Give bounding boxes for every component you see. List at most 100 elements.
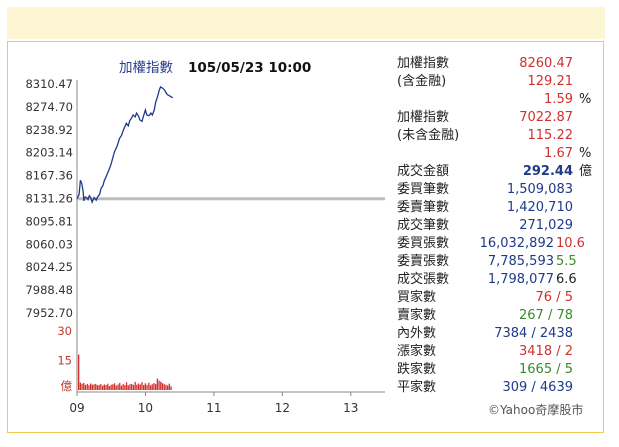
volume-bar — [146, 384, 148, 390]
quote-label: (含金融) — [397, 74, 447, 89]
volume-unit-label: 億 — [61, 379, 73, 393]
quote-row: 加權指數 8260.47 — [397, 55, 597, 73]
quote-value: 3418 / 2 — [519, 344, 573, 359]
quote-label: 內外數 — [397, 326, 437, 341]
quote-row: 1.67% — [397, 145, 597, 163]
volume-bar — [102, 385, 104, 390]
quote-row: 賣家數 267 / 78 — [397, 307, 597, 325]
volume-bar — [84, 384, 87, 390]
y-tick-label: 7988.48 — [25, 283, 73, 297]
volume-bar — [136, 384, 138, 390]
y-tick-label: 8203.14 — [25, 146, 73, 160]
volume-bar — [105, 385, 107, 390]
volume-bar — [125, 382, 128, 390]
quote-ratio: 6.6 — [556, 272, 577, 287]
volume-bar — [143, 385, 145, 390]
quote-label: 委買張數 — [397, 236, 450, 251]
quote-row: 漲家數 3418 / 2 — [397, 343, 597, 361]
quote-value: 1.67 — [544, 146, 573, 161]
quote-value: 7,785,593 — [487, 254, 554, 269]
volume-bar — [127, 385, 129, 390]
volume-bar — [78, 354, 80, 390]
quote-panel: 加權指數 8260.47 (含金融) 129.21 1.59% 加權指數 7022.87 (未… — [397, 55, 597, 397]
quote-row: 跌家數 1665 / 5 — [397, 361, 597, 379]
quote-value: 1665 / 5 — [519, 362, 573, 377]
quote-value: 8260.47 — [519, 56, 573, 71]
quote-row: 成交張數 1,798,077 6.6 — [397, 271, 597, 289]
quote-value: 1,420,710 — [506, 200, 573, 215]
volume-bar — [90, 383, 92, 390]
quote-label: 買家數 — [397, 290, 437, 305]
quote-label: 加權指數 — [397, 56, 450, 71]
quote-value: 267 / 78 — [519, 308, 573, 323]
quote-row: 委賣張數 7,785,593 5.5 — [397, 253, 597, 271]
quote-value: 7022.87 — [519, 110, 573, 125]
quote-unit: 億 — [579, 164, 593, 179]
quote-row: (未含金融) 115.22 — [397, 127, 597, 145]
volume-bar — [131, 383, 133, 390]
quote-label: 委賣張數 — [397, 254, 450, 269]
quote-unit: % — [579, 92, 592, 107]
quote-label: 成交金額 — [397, 164, 450, 179]
quote-ratio: 5.5 — [556, 254, 577, 269]
volume-bar — [83, 382, 85, 390]
quote-label: 成交張數 — [397, 272, 450, 287]
y-tick-label: 8238.92 — [25, 123, 73, 137]
volume-bar — [110, 384, 112, 390]
volume-bar — [93, 384, 95, 390]
volume-bar — [149, 385, 152, 390]
volume-bar — [122, 384, 124, 390]
volume-bar — [120, 385, 123, 390]
volume-bar — [168, 383, 170, 390]
volume-bar — [158, 380, 160, 390]
chart-title: 加權指數 — [119, 60, 173, 76]
volume-bar — [103, 384, 105, 390]
quote-label: 跌家數 — [397, 362, 437, 377]
volume-tick-label: 15 — [57, 354, 72, 368]
quote-label: 漲家數 — [397, 344, 437, 359]
index-line — [76, 85, 174, 204]
volume-bar — [160, 381, 162, 390]
quote-row: 內外數 7384 / 2438 — [397, 325, 597, 343]
volume-bar — [81, 383, 83, 390]
volume-bar — [141, 382, 143, 390]
quote-label: 賣家數 — [397, 308, 437, 323]
quote-value: 309 / 4639 — [502, 380, 573, 395]
volume-bar — [96, 385, 99, 390]
quote-value: 292.44 — [522, 164, 573, 179]
volume-bar — [115, 385, 117, 390]
volume-bar — [163, 384, 165, 390]
quote-label: 加權指數 — [397, 110, 450, 125]
volume-tick-label: 30 — [57, 324, 72, 338]
volume-bar — [117, 384, 119, 390]
quote-label: 委買筆數 — [397, 182, 450, 197]
quote-unit: % — [579, 146, 592, 161]
y-tick-label: 8274.70 — [25, 100, 73, 114]
quote-value: 1.59 — [544, 92, 573, 107]
volume-bar — [148, 382, 150, 390]
volume-bar — [98, 384, 100, 390]
y-tick-label: 8024.25 — [25, 260, 73, 274]
quote-label: (未含金融) — [397, 128, 460, 143]
chart-timestamp: 105/05/23 10:00 — [188, 60, 311, 76]
y-tick-label: 8060.03 — [25, 237, 73, 251]
y-tick-label: 8131.26 — [25, 192, 73, 206]
volume-bar — [144, 383, 146, 390]
quote-value: 7384 / 2438 — [494, 326, 573, 341]
quote-row: 委賣筆數 1,420,710 — [397, 199, 597, 217]
volume-bar — [134, 381, 136, 390]
quote-value: 1,509,083 — [506, 182, 573, 197]
volume-bar — [132, 384, 135, 390]
volume-bar — [113, 383, 116, 390]
quote-row: 成交筆數 271,029 — [397, 217, 597, 235]
quote-row: 加權指數 7022.87 — [397, 109, 597, 127]
quote-value: 129.21 — [527, 74, 574, 89]
y-tick-label: 7952.70 — [25, 306, 73, 320]
volume-bar — [124, 385, 126, 390]
volume-bar — [107, 383, 109, 390]
volume-bar — [165, 384, 167, 390]
volume-bar — [95, 383, 97, 390]
quote-row: 1.59% — [397, 91, 597, 109]
quote-row: 平家數 309 / 4639 — [397, 379, 597, 397]
quote-value: 16,032,892 — [479, 236, 554, 251]
